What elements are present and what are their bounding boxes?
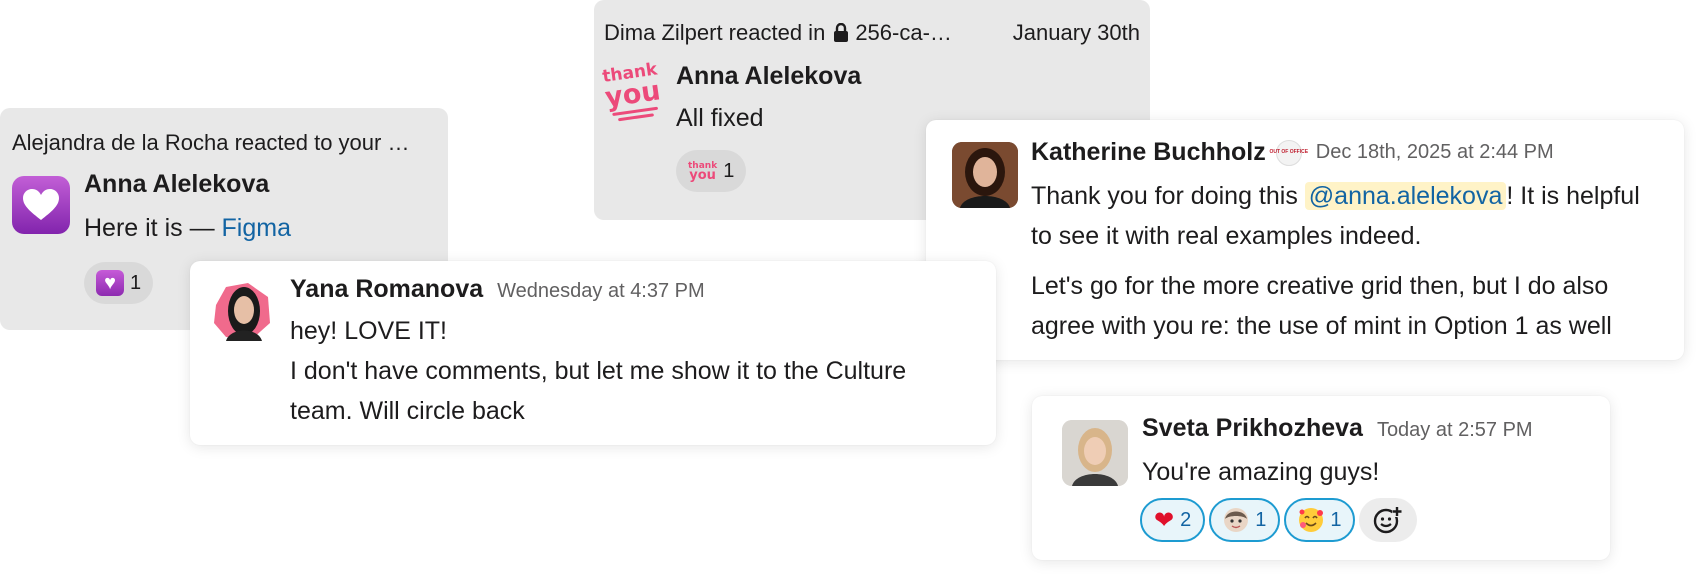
reaction-purple-heart[interactable]: ♥ 1: [84, 262, 154, 304]
message-paragraph-1: Thank you for doing this @anna.alelekova…: [1031, 182, 1640, 250]
user-photo-icon: [1062, 420, 1128, 486]
reaction-count: 1: [1255, 508, 1267, 531]
thank-you-sticker-icon: thank you: [600, 59, 666, 131]
custom-face-emoji-icon: [1224, 508, 1249, 532]
message-card-katherine[interactable]: Katherine Buchholz OUT OF OFFICE Dec 18t…: [926, 120, 1684, 360]
avatar[interactable]: [952, 142, 1018, 208]
notification-header: Alejandra de la Rocha reacted to your …: [12, 130, 410, 155]
message-timestamp[interactable]: Wednesday at 4:37 PM: [497, 280, 705, 303]
reaction-smiling-face-with-hearts[interactable]: 1: [1284, 498, 1356, 542]
reaction-count: 1: [723, 159, 735, 182]
reaction-red-heart[interactable]: ❤ 2: [1140, 498, 1206, 542]
smiling-face-with-hearts-icon: [1299, 508, 1324, 532]
user-photo-icon: [214, 283, 270, 341]
reaction-count: 1: [130, 271, 142, 294]
lock-icon: [834, 23, 849, 42]
user-photo-icon: [952, 142, 1018, 208]
avatar[interactable]: [212, 279, 272, 341]
red-heart-icon: ❤: [1154, 506, 1175, 534]
add-emoji-icon: [1374, 507, 1403, 534]
message-text: You're amazing guys!: [1142, 458, 1380, 486]
notification-date: January 30th: [1012, 20, 1140, 45]
reaction-count: 1: [1330, 508, 1342, 531]
message-author[interactable]: Yana Romanova: [290, 275, 483, 304]
reaction-thank-you[interactable]: thank you 1: [676, 150, 747, 192]
message-author[interactable]: Anna Alelekova: [84, 170, 269, 199]
purple-heart-icon: [12, 176, 70, 234]
notification-header: Dima Zilpert reacted in 256-ca-… January…: [604, 20, 1140, 46]
channel-name[interactable]: 256-ca-…: [855, 20, 952, 46]
reaction-count: 2: [1180, 508, 1192, 531]
header-prefix: Dima Zilpert reacted in: [604, 20, 826, 45]
purple-heart-icon: ♥: [96, 270, 124, 296]
message-timestamp[interactable]: Today at 2:57 PM: [1377, 419, 1533, 442]
add-reaction-button[interactable]: [1359, 498, 1418, 542]
message-text: Here it is — Figma: [84, 208, 291, 248]
thank-you-sticker-icon: thank you: [688, 161, 718, 183]
reactions-bar: ❤ 2 1 1: [1140, 498, 1418, 542]
message-text: All fixed: [676, 104, 764, 132]
message-author[interactable]: Katherine Buchholz: [1031, 138, 1266, 167]
message-card-yana[interactable]: Yana Romanova Wednesday at 4:37 PM hey! …: [190, 261, 996, 445]
user-mention[interactable]: @anna.alelekova: [1304, 182, 1507, 210]
message-timestamp[interactable]: Dec 18th, 2025 at 2:44 PM: [1316, 141, 1554, 164]
message-author[interactable]: Sveta Prikhozheva: [1142, 414, 1363, 443]
reaction-custom-face[interactable]: 1: [1209, 498, 1281, 542]
message-paragraph-2: Let's go for the more creative grid then…: [1031, 272, 1612, 340]
message-text: hey! LOVE IT! I don't have comments, but…: [290, 317, 907, 425]
message-card-sveta[interactable]: Sveta Prikhozheva Today at 2:57 PM You'r…: [1032, 396, 1610, 560]
message-prefix: Here it is —: [84, 214, 222, 242]
avatar[interactable]: [1062, 420, 1128, 486]
out-of-office-icon: OUT OF OFFICE: [1269, 139, 1308, 166]
message-author[interactable]: Anna Alelekova: [676, 62, 861, 91]
figma-link[interactable]: Figma: [222, 214, 291, 242]
heart-shape-icon: [23, 189, 59, 220]
